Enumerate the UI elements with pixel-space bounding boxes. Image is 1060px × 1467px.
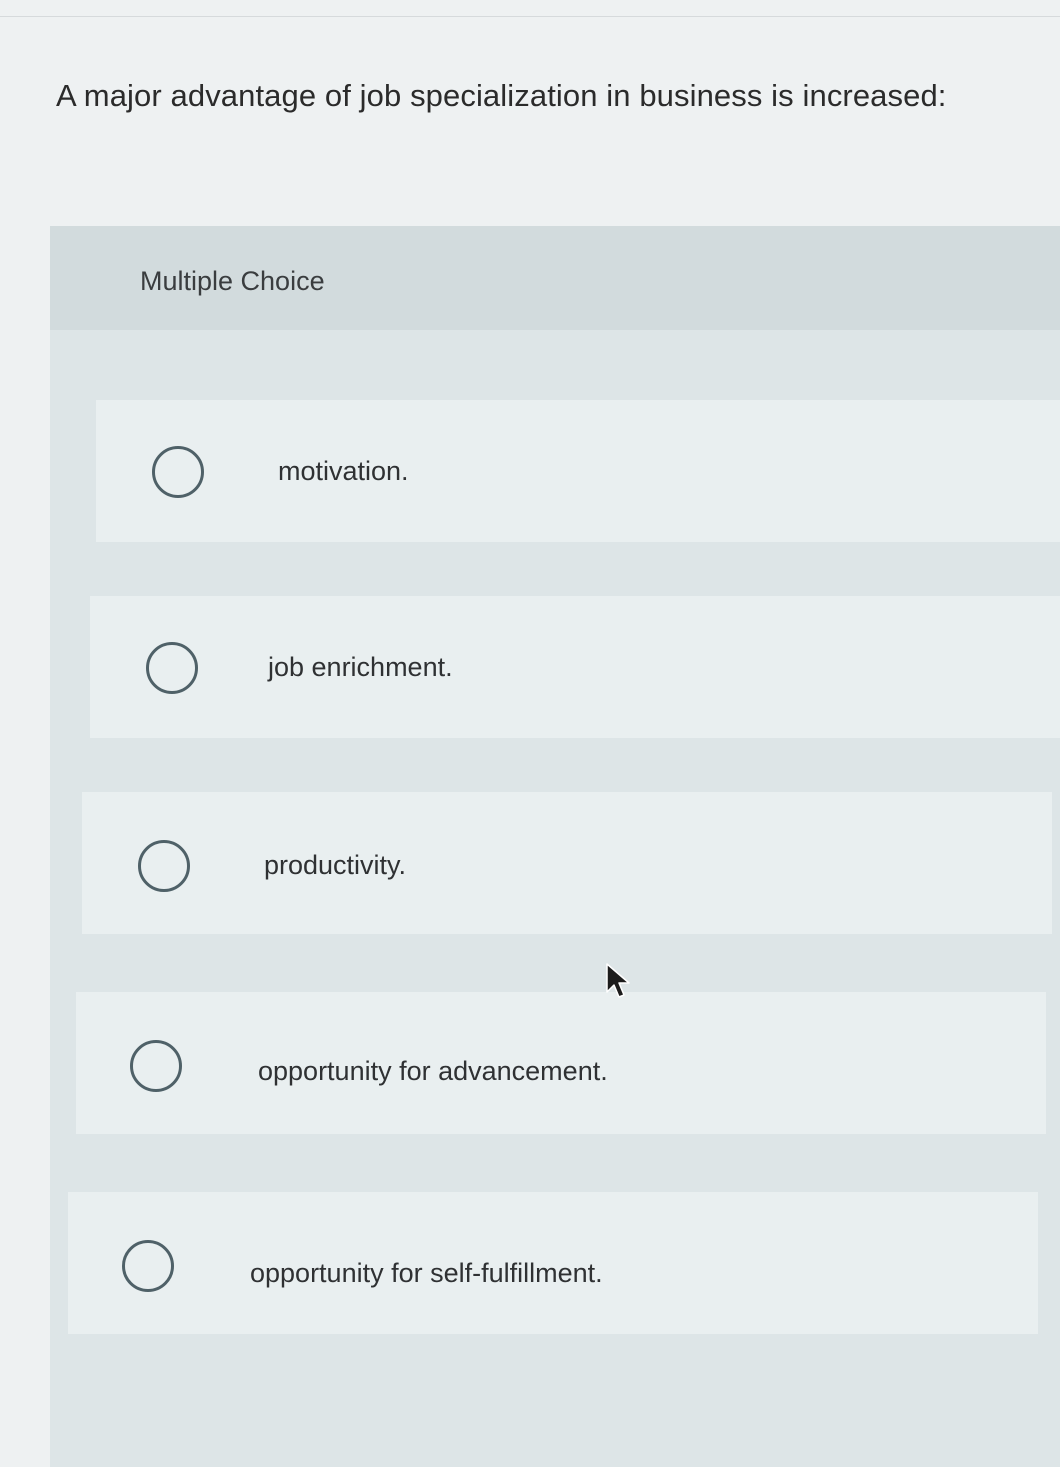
- answer-option-productivity[interactable]: productivity.: [82, 792, 1052, 934]
- radio-unchecked-icon[interactable]: [138, 840, 190, 892]
- mouse-pointer-icon: [606, 963, 630, 998]
- top-divider: [0, 16, 1060, 17]
- option-label: productivity.: [264, 850, 407, 880]
- answer-option-advancement[interactable]: opportunity for advancement.: [76, 992, 1046, 1134]
- radio-unchecked-icon[interactable]: [130, 1040, 182, 1092]
- radio-unchecked-icon[interactable]: [146, 642, 198, 694]
- option-label: job enrichment.: [268, 652, 453, 682]
- option-label: motivation.: [278, 456, 409, 486]
- radio-unchecked-icon[interactable]: [152, 446, 204, 498]
- choice-header: Multiple Choice: [50, 226, 1060, 330]
- question-prompt: A major advantage of job specialization …: [56, 78, 947, 113]
- radio-unchecked-icon[interactable]: [122, 1240, 174, 1292]
- multiple-choice-panel: Multiple Choice motivation. job enrichme…: [50, 226, 1060, 1467]
- answer-option-motivation[interactable]: motivation.: [96, 400, 1060, 542]
- option-label: opportunity for self-fulfillment.: [250, 1258, 603, 1288]
- choice-type-label: Multiple Choice: [140, 266, 325, 296]
- answer-option-self-fulfillment[interactable]: opportunity for self-fulfillment.: [68, 1192, 1038, 1334]
- answer-option-job-enrichment[interactable]: job enrichment.: [90, 596, 1060, 738]
- option-label: opportunity for advancement.: [258, 1056, 608, 1086]
